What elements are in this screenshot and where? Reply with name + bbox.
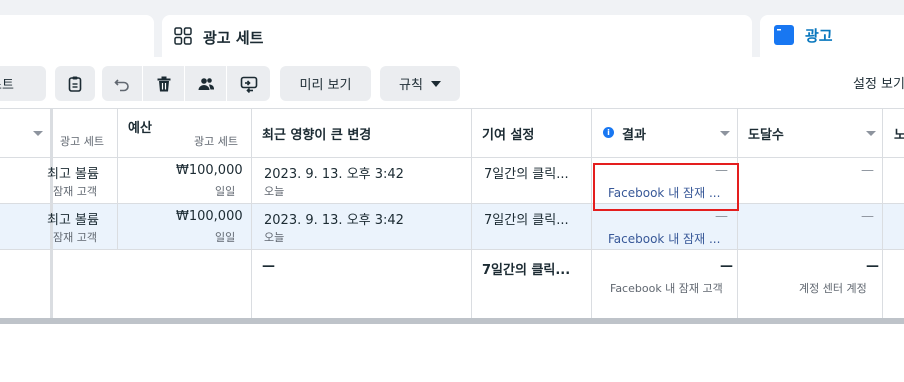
delete-button[interactable] — [143, 66, 184, 101]
duplicate-button[interactable] — [55, 66, 95, 101]
ab-test-button[interactable] — [227, 66, 270, 101]
rules-dropdown[interactable]: 규칙 — [380, 66, 460, 101]
column-divider — [471, 109, 472, 318]
column-divider — [882, 109, 883, 318]
totals-attribution: 7일간의 클릭... — [482, 263, 571, 278]
column-divider — [737, 109, 738, 318]
totals-reach-sub: 계정 센터 계정 — [799, 282, 867, 295]
horizontal-scrollbar[interactable] — [0, 318, 904, 324]
row-divider — [0, 203, 904, 204]
reach-cell: — — [861, 163, 874, 178]
change-cell: 2023. 9. 13. 오후 3:42 — [264, 167, 404, 182]
header-budget[interactable]: 예산 — [128, 117, 152, 136]
caret-down-icon — [430, 80, 441, 87]
undo-icon — [114, 78, 129, 91]
tab-campaigns[interactable] — [0, 15, 154, 57]
tab-ads-label: 광고 — [805, 27, 833, 45]
budget-cell[interactable]: ₩100,000 — [176, 209, 243, 224]
table-row-highlight — [0, 204, 904, 249]
column-divider — [117, 109, 118, 249]
bid-strategy-cell: 최고 볼륨 — [47, 213, 99, 228]
sort-caret-icon[interactable] — [866, 131, 876, 136]
rules-dropdown-label: 규칙 — [399, 78, 423, 93]
budget-cell[interactable]: ₩100,000 — [176, 163, 243, 178]
header-divider — [0, 157, 904, 158]
change-cell: 2023. 9. 13. 오후 3:42 — [264, 213, 404, 228]
header-impressions-partial[interactable]: 노 — [894, 124, 904, 143]
highlight-box — [593, 163, 739, 211]
tab-adsets-label: 광고 세트 — [203, 29, 264, 47]
change-sub: 오늘 — [264, 231, 285, 244]
header-reach[interactable]: 도달수 — [748, 124, 784, 143]
people-icon — [198, 77, 214, 90]
totals-results-sub: Facebook 내 잠재 고객 — [610, 282, 723, 295]
list-button-label: 스트 — [0, 78, 14, 93]
settings-view-button[interactable]: 설정 보기 — [853, 73, 904, 92]
totals-reach: — — [866, 259, 879, 274]
attribution-cell: 7일간의 클릭... — [484, 167, 569, 182]
tab-bar: 광고 세트 광고 — [0, 0, 904, 57]
audience-button[interactable] — [185, 66, 226, 101]
header-adset-partial: 광고 세트 — [60, 135, 104, 148]
budget-sub: 일일 — [215, 185, 236, 198]
clipboard-icon — [68, 76, 82, 92]
attribution-cell: 7일간의 클릭... — [484, 213, 569, 228]
bid-strategy-sub: 잠재 고객 — [53, 231, 97, 244]
preview-button-label: 미리 보기 — [299, 78, 352, 93]
header-recent-changes[interactable]: 최근 영향이 큰 변경 — [262, 124, 371, 143]
header-results[interactable]: 결과 — [622, 124, 646, 143]
column-divider — [251, 109, 252, 318]
list-button[interactable]: 스트 — [0, 66, 46, 101]
swap-icon — [240, 76, 257, 93]
ad-icon — [774, 25, 794, 45]
reach-cell: — — [861, 209, 874, 224]
totals-change: — — [262, 259, 275, 274]
column-divider — [591, 109, 592, 318]
undo-button[interactable] — [102, 66, 142, 101]
change-sub: 오늘 — [264, 185, 285, 198]
results-cell: — — [715, 209, 728, 224]
tab-adsets[interactable]: 광고 세트 — [162, 15, 752, 57]
info-icon[interactable]: i — [603, 127, 614, 138]
trash-icon — [157, 76, 170, 91]
header-attribution[interactable]: 기여 설정 — [482, 124, 534, 143]
tab-ads[interactable]: 광고 — [760, 15, 904, 57]
budget-sub: 일일 — [215, 231, 236, 244]
results-link[interactable]: Facebook 내 잠재 ... — [608, 230, 720, 247]
totals-results: — — [720, 259, 733, 274]
sort-caret-icon[interactable] — [33, 131, 43, 136]
row-divider — [0, 249, 904, 250]
grid-icon — [174, 27, 192, 45]
ads-table: 광고 세트 예산 광고 세트 최근 영향이 큰 변경 기여 설정 i 결과 도달… — [0, 109, 904, 318]
bid-strategy-cell: 최고 볼륨 — [47, 167, 99, 182]
preview-button[interactable]: 미리 보기 — [280, 66, 371, 101]
sort-caret-icon[interactable] — [720, 131, 730, 136]
header-budget-sub: 광고 세트 — [194, 135, 238, 148]
bid-strategy-sub: 잠재 고객 — [53, 185, 97, 198]
toolbar: 스트 — [0, 57, 904, 109]
